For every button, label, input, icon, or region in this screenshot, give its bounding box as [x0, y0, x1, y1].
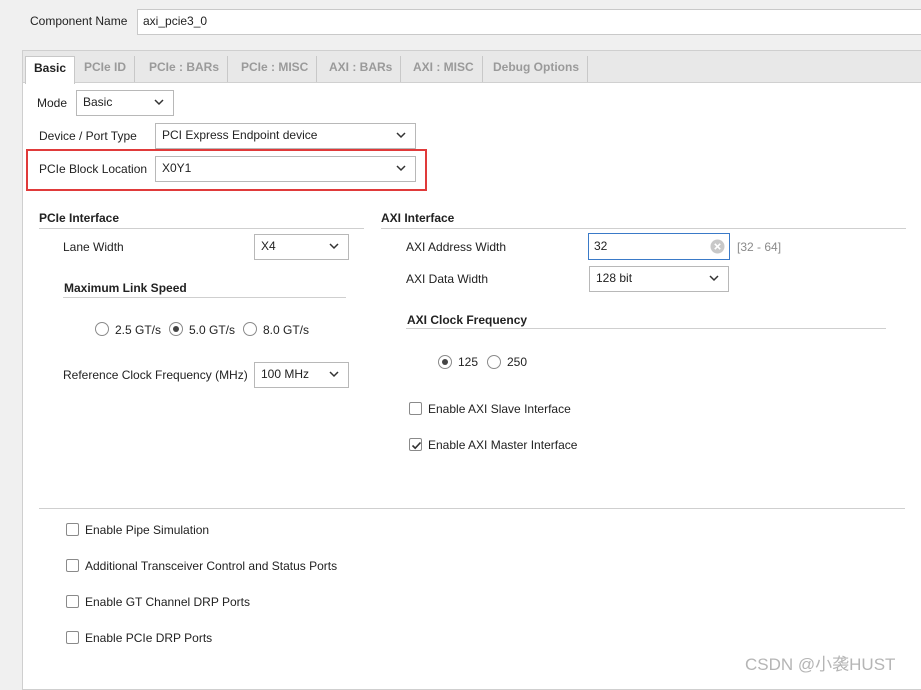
- clock-250-label: 250: [507, 355, 528, 369]
- pcie-drp-label: Enable PCIe DRP Ports: [85, 631, 213, 645]
- axi-data-width-value: 128 bit: [596, 271, 633, 285]
- chevron-down-icon: [329, 371, 339, 378]
- component-name-label: Component Name: [30, 14, 128, 28]
- checkmark-icon: [411, 441, 422, 450]
- block-location-select[interactable]: X0Y1: [155, 156, 416, 182]
- clock-250-radio[interactable]: [487, 355, 501, 369]
- chevron-down-icon: [396, 165, 406, 172]
- pipe-simulation-label: Enable Pipe Simulation: [85, 523, 210, 537]
- block-location-label: PCIe Block Location: [39, 162, 148, 176]
- tab-axi-bars[interactable]: AXI : BARs: [321, 56, 402, 82]
- ref-clock-select[interactable]: 100 MHz: [254, 362, 349, 388]
- gt-channel-drp-label: Enable GT Channel DRP Ports: [85, 595, 250, 609]
- axi-master-checkbox[interactable]: [409, 438, 422, 451]
- device-port-type-label: Device / Port Type: [39, 129, 137, 143]
- speed-2-5-radio[interactable]: [95, 322, 109, 336]
- axi-clock-frequency-title: AXI Clock Frequency: [407, 313, 528, 327]
- watermark: CSDN @小袭HUST: [745, 655, 896, 674]
- block-location-value: X0Y1: [162, 161, 192, 175]
- tab-pcie-bars[interactable]: PCIe : BARs: [141, 56, 229, 82]
- chevron-down-icon: [154, 99, 164, 106]
- ref-clock-value: 100 MHz: [261, 367, 310, 381]
- transceiver-ports-label: Additional Transceiver Control and Statu…: [85, 559, 338, 573]
- clear-icon[interactable]: [710, 239, 725, 254]
- axi-address-width-input[interactable]: 32: [588, 233, 730, 260]
- axi-slave-label: Enable AXI Slave Interface: [428, 402, 571, 416]
- speed-8-0-radio[interactable]: [243, 322, 257, 336]
- component-name-input[interactable]: axi_pcie3_0: [137, 9, 921, 35]
- chevron-down-icon: [329, 243, 339, 250]
- max-link-speed-title: Maximum Link Speed: [64, 281, 187, 295]
- device-port-type-value: PCI Express Endpoint device: [162, 128, 318, 142]
- pipe-simulation-checkbox[interactable]: [66, 523, 79, 536]
- device-port-type-select[interactable]: PCI Express Endpoint device: [155, 123, 416, 149]
- tab-axi-misc[interactable]: AXI : MISC: [405, 56, 483, 82]
- axi-data-width-select[interactable]: 128 bit: [589, 266, 729, 292]
- axi-clock-divider: [406, 328, 886, 329]
- mode-select[interactable]: Basic: [76, 90, 174, 116]
- options-divider: [39, 508, 905, 509]
- speed-2-5-label: 2.5 GT/s: [115, 323, 162, 337]
- tab-debug-options[interactable]: Debug Options: [485, 56, 588, 82]
- transceiver-ports-checkbox[interactable]: [66, 559, 79, 572]
- lane-width-label: Lane Width: [63, 240, 124, 254]
- tab-basic[interactable]: Basic: [25, 56, 76, 84]
- tab-pcie-misc[interactable]: PCIe : MISC: [233, 56, 318, 82]
- pcie-interface-divider: [39, 228, 364, 229]
- speed-5-0-radio[interactable]: [169, 322, 183, 336]
- axi-data-width-label: AXI Data Width: [406, 272, 489, 286]
- tab-pcie-id[interactable]: PCIe ID: [76, 56, 136, 82]
- lane-width-value: X4: [261, 239, 276, 253]
- axi-address-width-range: [32 - 64]: [737, 240, 782, 254]
- gt-channel-drp-checkbox[interactable]: [66, 595, 79, 608]
- tab-bar: Basic PCIe ID PCIe : BARs PCIe : MISC AX…: [23, 51, 921, 84]
- axi-address-width-value: 32: [594, 239, 608, 253]
- chevron-down-icon: [396, 132, 406, 139]
- axi-master-label: Enable AXI Master Interface: [428, 438, 578, 452]
- mode-label: Mode: [37, 96, 68, 110]
- axi-address-width-label: AXI Address Width: [406, 240, 507, 254]
- ref-clock-label: Reference Clock Frequency (MHz): [63, 368, 248, 382]
- clock-125-label: 125: [458, 355, 479, 369]
- pcie-drp-checkbox[interactable]: [66, 631, 79, 644]
- chevron-down-icon: [709, 275, 719, 282]
- clock-125-radio[interactable]: [438, 355, 452, 369]
- link-speed-divider: [63, 297, 346, 298]
- axi-interface-title: AXI Interface: [381, 211, 455, 225]
- mode-value: Basic: [83, 95, 113, 109]
- axi-interface-divider: [381, 228, 906, 229]
- speed-5-0-label: 5.0 GT/s: [189, 323, 236, 337]
- axi-slave-checkbox[interactable]: [409, 402, 422, 415]
- lane-width-select[interactable]: X4: [254, 234, 349, 260]
- speed-8-0-label: 8.0 GT/s: [263, 323, 310, 337]
- pcie-interface-title: PCIe Interface: [39, 211, 120, 225]
